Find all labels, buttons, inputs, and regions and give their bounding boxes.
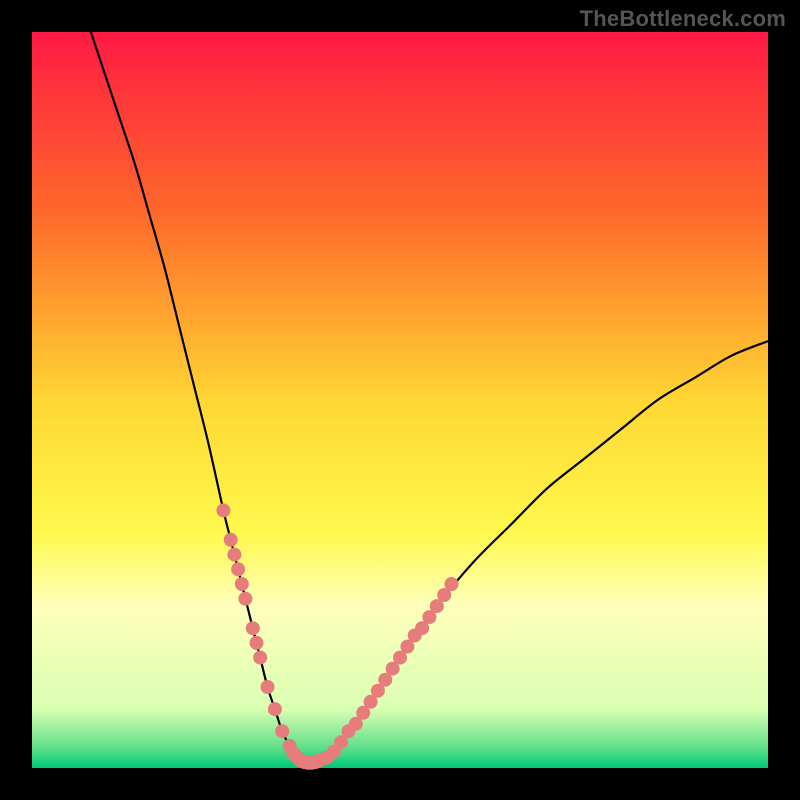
highlight-dot [250,636,264,650]
highlight-dot [261,680,275,694]
chart-frame: TheBottleneck.com [0,0,800,800]
highlight-markers [216,503,458,769]
plot-area [32,32,768,768]
highlight-dot [235,577,249,591]
highlight-dot [227,548,241,562]
watermark-label: TheBottleneck.com [580,6,786,32]
highlight-dot [275,724,289,738]
curve-svg [32,32,768,768]
highlight-dot [253,651,267,665]
highlight-dot [224,533,238,547]
highlight-dot [238,592,252,606]
highlight-dot [445,577,459,591]
highlight-dot [246,621,260,635]
highlight-dot [216,503,230,517]
highlight-dot [268,702,282,716]
bottleneck-curve [91,32,768,764]
highlight-dot [231,562,245,576]
